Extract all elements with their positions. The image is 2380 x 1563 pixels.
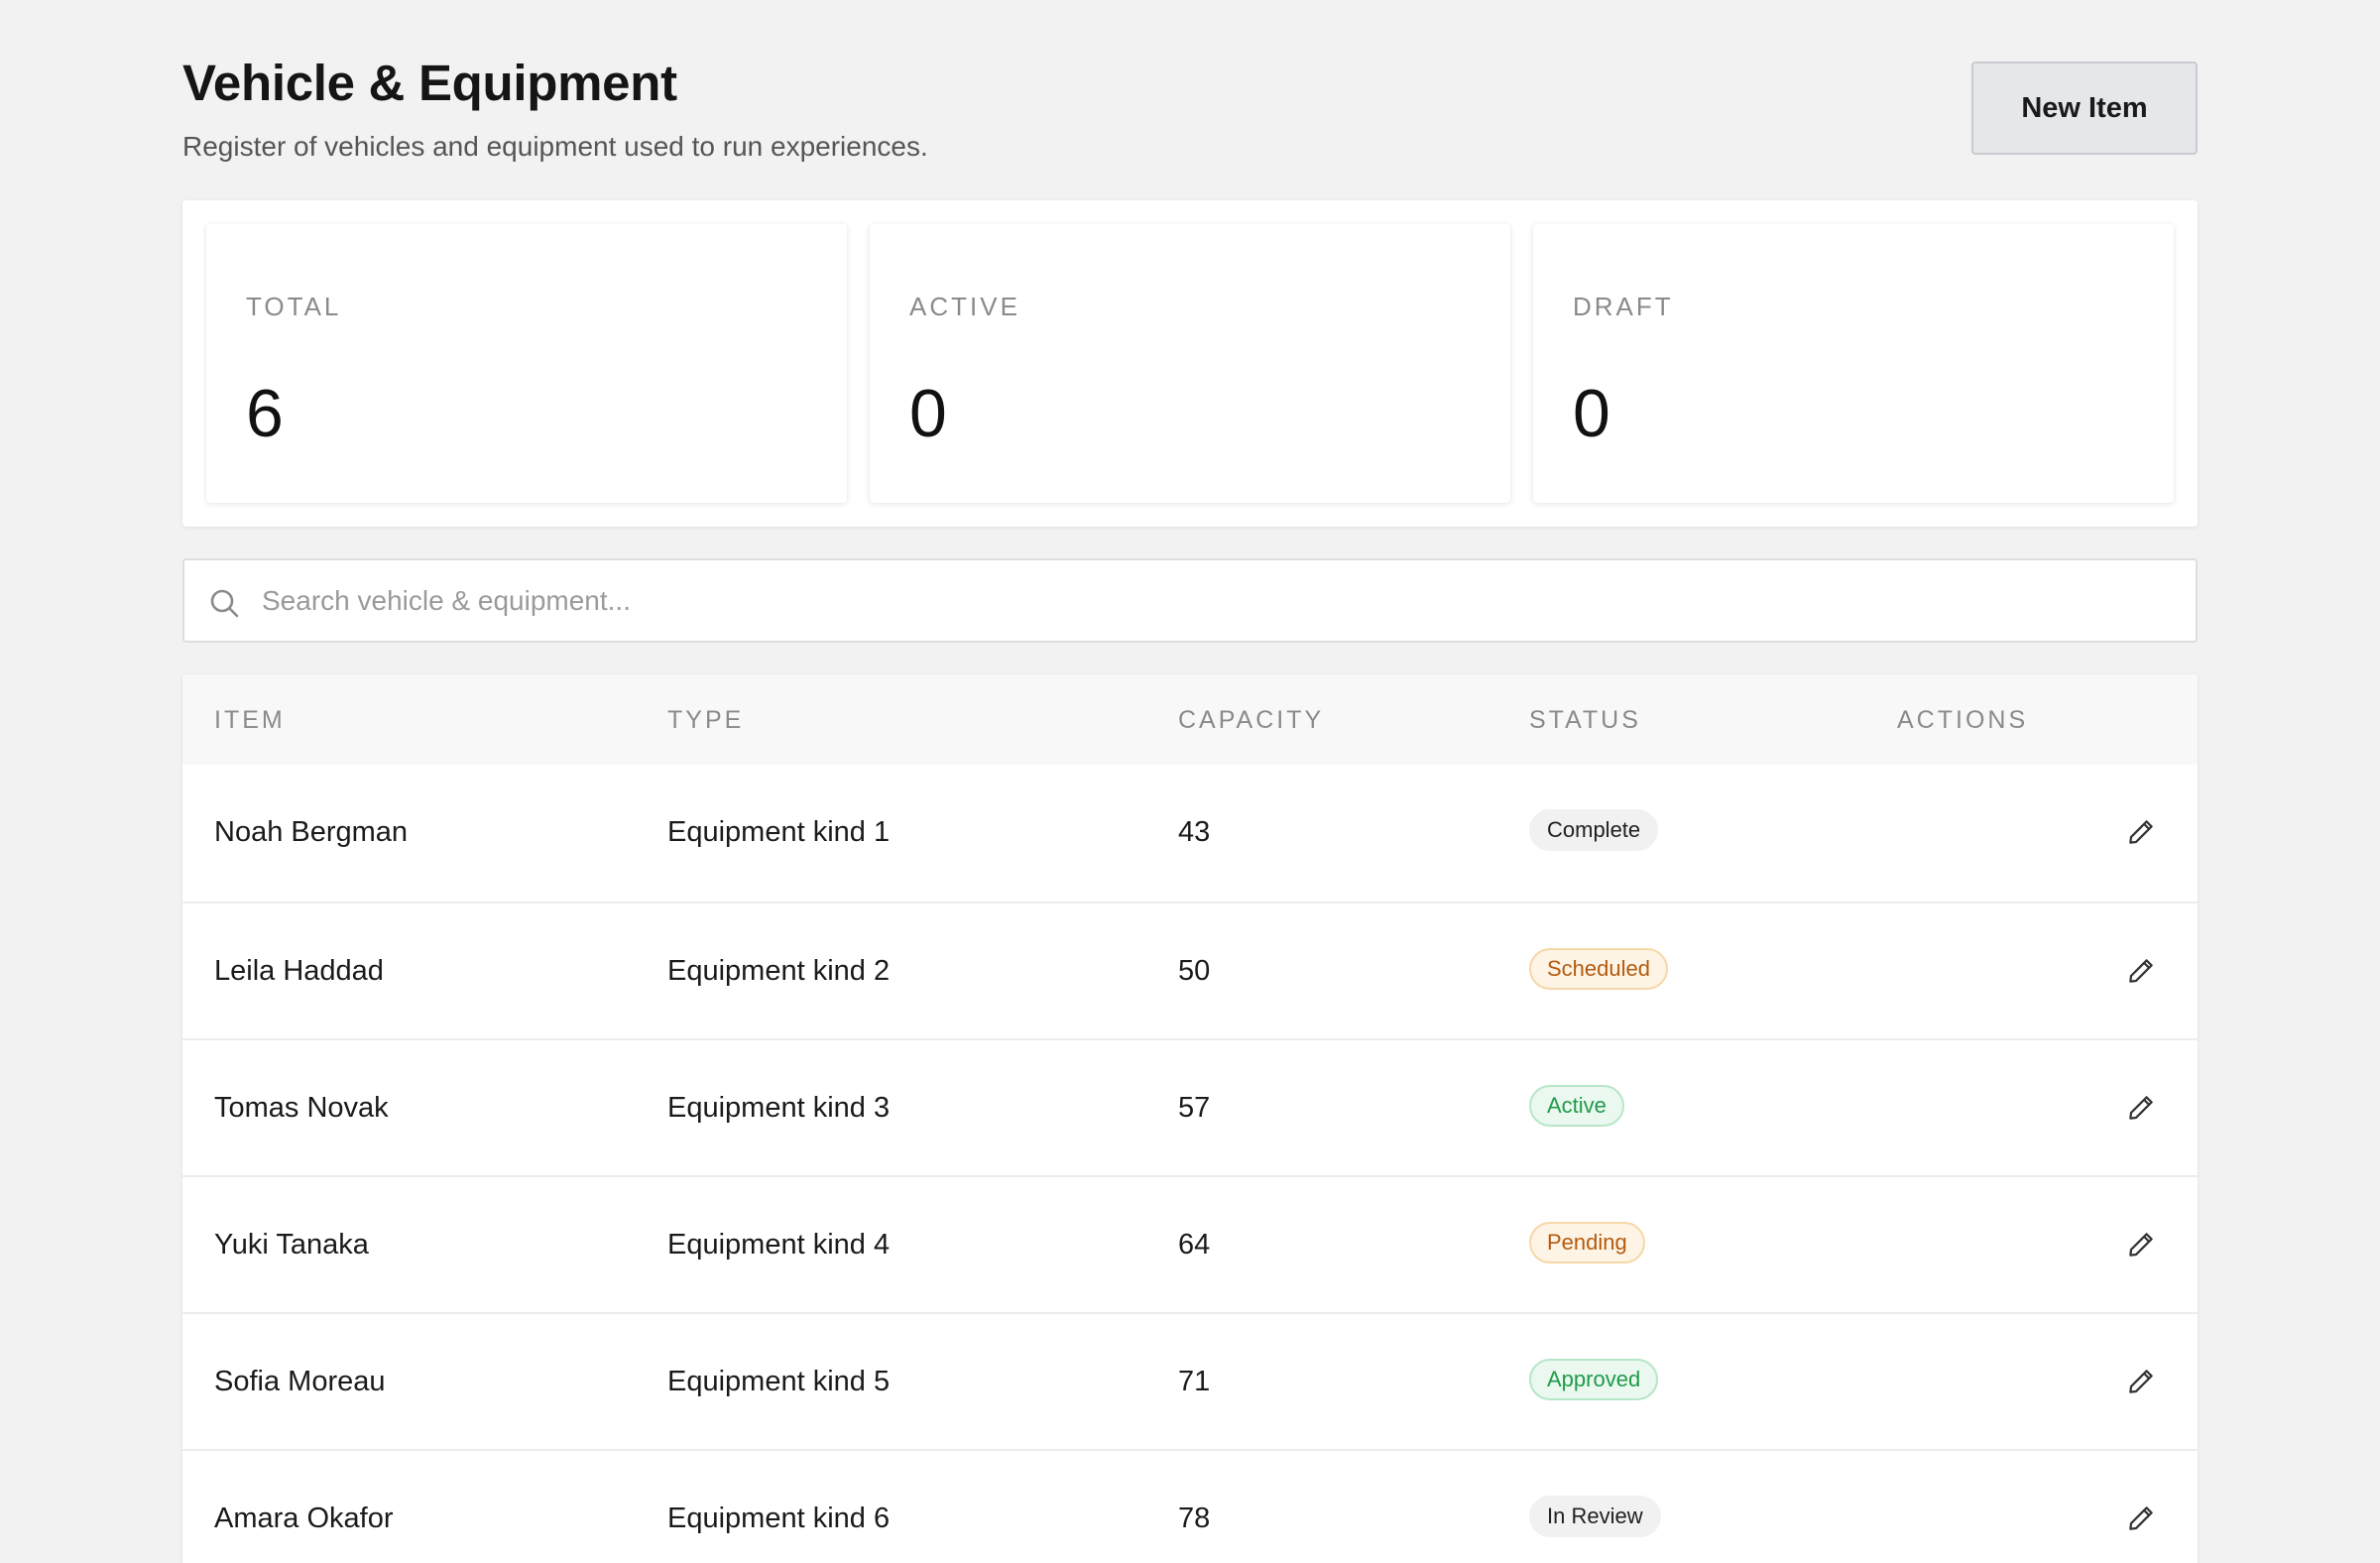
table-row[interactable]: Amara Okafor Equipment kind 6 78 In Review <box>182 1449 2198 1563</box>
pencil-icon <box>2129 1506 2153 1530</box>
edit-button[interactable] <box>2126 1230 2156 1260</box>
pencil-icon <box>2129 1096 2153 1120</box>
edit-button[interactable] <box>2126 1503 2156 1533</box>
item-name: Sofia Moreau <box>214 1366 386 1397</box>
table-header: ITEM TYPE CAPACITY STATUS ACTIONS <box>182 674 2198 765</box>
search-bar <box>182 558 2198 643</box>
item-name: Tomas Novak <box>214 1092 389 1124</box>
edit-button[interactable] <box>2126 817 2156 847</box>
status-badge: Active <box>1529 1085 1624 1127</box>
column-header-type: TYPE <box>667 706 745 734</box>
status-cell: Approved <box>1529 1359 1659 1400</box>
page: Vehicle & Equipment Register of vehicles… <box>182 0 2198 1563</box>
item-capacity: 50 <box>1178 955 1211 987</box>
stat-label: ACTIVE <box>909 292 1020 321</box>
column-header-actions: ACTIONS <box>1897 706 2029 734</box>
new-item-button[interactable]: New Item <box>1971 61 2198 155</box>
stat-label: DRAFT <box>1573 292 1674 321</box>
item-capacity: 64 <box>1178 1229 1211 1261</box>
item-type: Equipment kind 2 <box>667 955 891 987</box>
status-badge: Approved <box>1529 1359 1659 1400</box>
item-type: Equipment kind 3 <box>667 1092 891 1124</box>
item-capacity: 78 <box>1178 1503 1211 1534</box>
table-row[interactable]: Leila Haddad Equipment kind 2 50 Scheduled <box>182 902 2198 1038</box>
item-name: Leila Haddad <box>214 955 384 987</box>
table-row[interactable]: Sofia Moreau Equipment kind 5 71 Approved <box>182 1312 2198 1449</box>
column-header-status: STATUS <box>1529 706 1641 734</box>
item-capacity: 43 <box>1178 816 1211 848</box>
item-name: Amara Okafor <box>214 1503 394 1534</box>
stat-value: 0 <box>909 376 947 451</box>
pencil-icon <box>2129 959 2153 983</box>
status-cell: Complete <box>1529 809 1659 851</box>
pencil-icon <box>2129 1370 2153 1393</box>
edit-button[interactable] <box>2126 1093 2156 1123</box>
status-badge: In Review <box>1529 1496 1661 1537</box>
items-table: ITEM TYPE CAPACITY STATUS ACTIONS Noah B… <box>182 674 2198 1563</box>
status-cell: In Review <box>1529 1496 1661 1537</box>
item-capacity: 57 <box>1178 1092 1211 1124</box>
table-row[interactable]: Yuki Tanaka Equipment kind 4 64 Pending <box>182 1175 2198 1312</box>
status-cell: Scheduled <box>1529 948 1668 990</box>
item-capacity: 71 <box>1178 1366 1211 1397</box>
column-header-item: ITEM <box>214 706 286 734</box>
edit-button[interactable] <box>2126 956 2156 986</box>
stat-card-active: ACTIVE 0 <box>870 224 1510 503</box>
search-input[interactable] <box>262 570 2146 632</box>
pencil-icon <box>2129 820 2153 844</box>
stat-value: 6 <box>246 376 284 451</box>
column-header-capacity: CAPACITY <box>1178 706 1325 734</box>
stat-value: 0 <box>1573 376 1610 451</box>
search-icon <box>210 589 239 618</box>
edit-button[interactable] <box>2126 1367 2156 1396</box>
status-cell: Active <box>1529 1085 1624 1127</box>
pencil-icon <box>2129 1233 2153 1257</box>
stat-card-draft: DRAFT 0 <box>1533 224 2174 503</box>
item-type: Equipment kind 1 <box>667 816 891 848</box>
status-cell: Pending <box>1529 1222 1645 1263</box>
status-badge: Pending <box>1529 1222 1645 1263</box>
stat-card-total: TOTAL 6 <box>206 224 847 503</box>
item-name: Noah Bergman <box>214 816 409 848</box>
page-header: Vehicle & Equipment Register of vehicles… <box>182 0 2198 200</box>
table-row[interactable]: Noah Bergman Equipment kind 1 43 Complete <box>182 765 2198 902</box>
status-badge: Scheduled <box>1529 948 1668 990</box>
stat-label: TOTAL <box>246 292 342 321</box>
item-type: Equipment kind 5 <box>667 1366 891 1397</box>
status-badge: Complete <box>1529 809 1659 851</box>
item-type: Equipment kind 6 <box>667 1503 891 1534</box>
item-type: Equipment kind 4 <box>667 1229 891 1261</box>
table-row[interactable]: Tomas Novak Equipment kind 3 57 Active <box>182 1038 2198 1175</box>
page-title: Vehicle & Equipment <box>182 55 677 111</box>
stats-panel: TOTAL 6 ACTIVE 0 DRAFT 0 <box>182 200 2198 527</box>
page-subtitle: Register of vehicles and equipment used … <box>182 131 928 162</box>
item-name: Yuki Tanaka <box>214 1229 369 1261</box>
